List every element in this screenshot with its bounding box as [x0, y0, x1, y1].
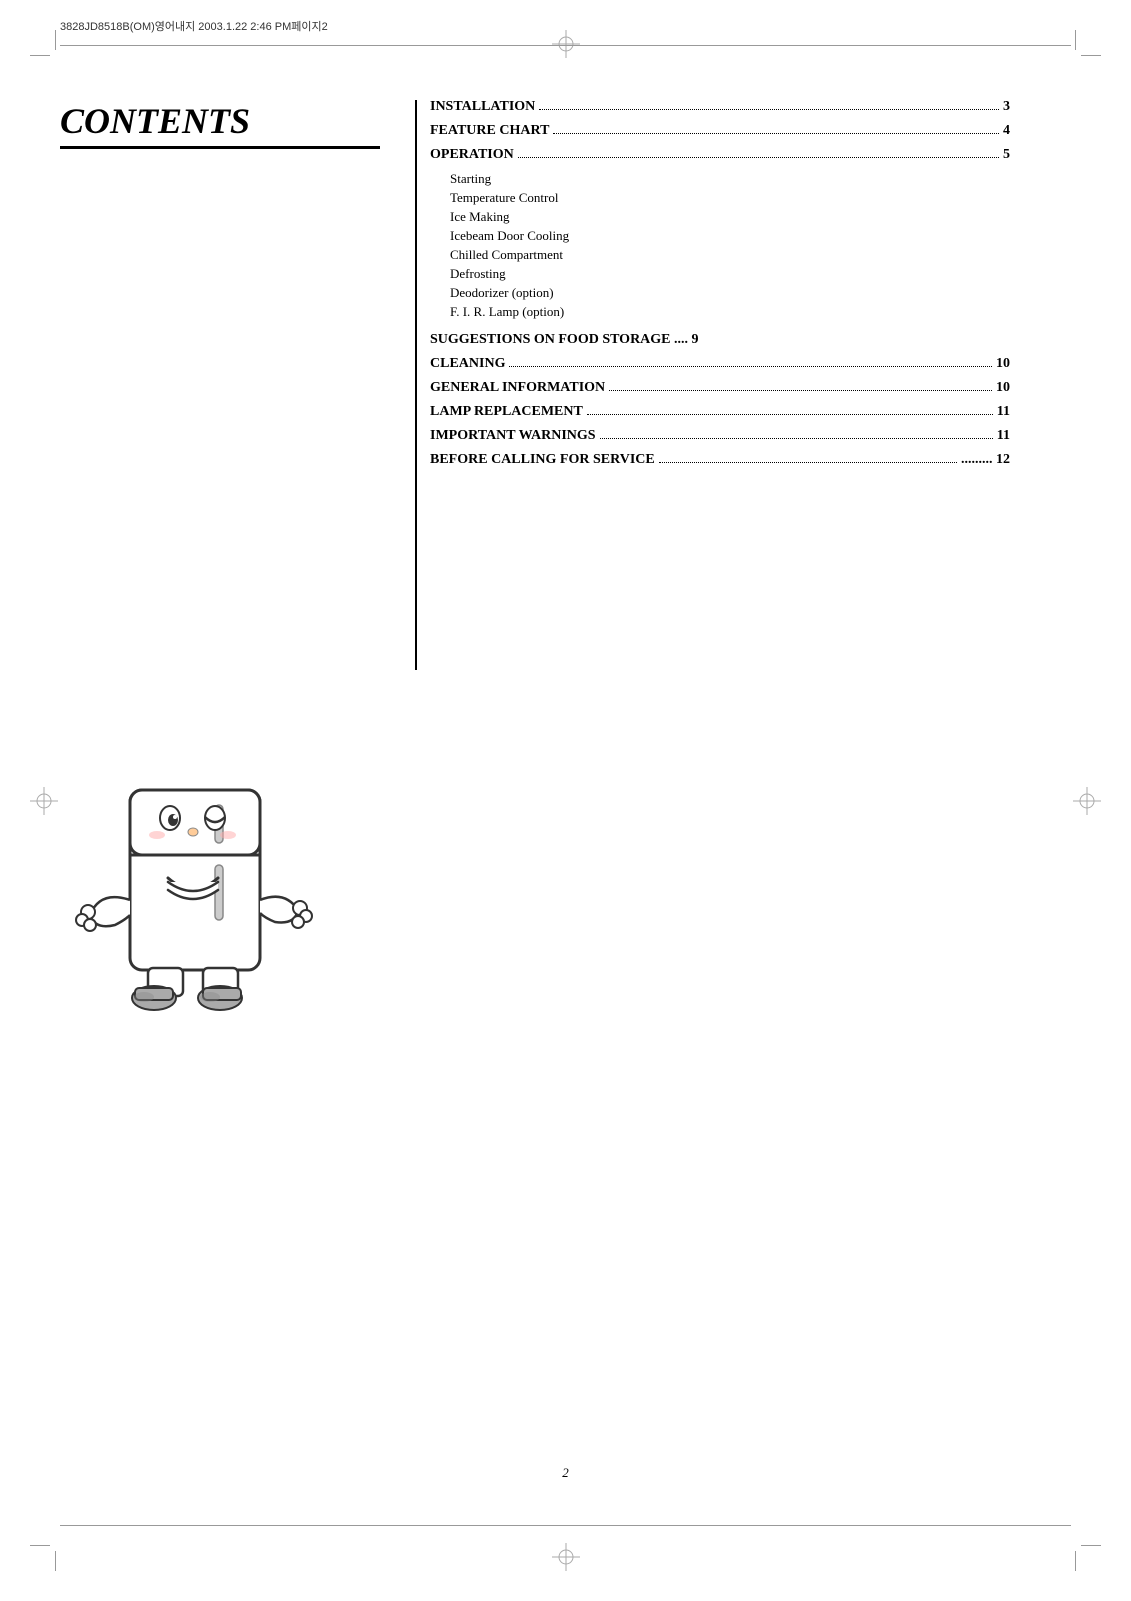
table-of-contents: INSTALLATION 3 FEATURE CHART 4 OPERATION… [430, 95, 1010, 476]
trim-mark [55, 1551, 56, 1571]
toc-label: LAMP REPLACEMENT [430, 404, 583, 420]
toc-entry-temp-control: Temperature Control [430, 190, 1010, 206]
registration-mark-bottom [552, 1543, 580, 1571]
toc-entry-feature-chart: FEATURE CHART 4 [430, 123, 1010, 139]
toc-label: Starting [450, 171, 491, 187]
toc-page: 5 [1003, 147, 1010, 163]
toc-entry-lamp-replacement: LAMP REPLACEMENT 11 [430, 404, 1010, 420]
toc-dots [600, 438, 993, 439]
toc-entry-before-calling: BEFORE CALLING FOR SERVICE ......... 12 [430, 452, 1010, 468]
header-rule [60, 45, 1071, 46]
toc-label: CLEANING [430, 356, 505, 372]
toc-entry-deodorizer: Deodorizer (option) [430, 285, 1010, 301]
toc-label: Ice Making [450, 209, 510, 225]
toc-label: F. I. R. Lamp (option) [450, 304, 564, 320]
page-title: CONTENTS [60, 100, 380, 149]
toc-page: 4 [1003, 123, 1010, 139]
toc-entry-operation: OPERATION 5 [430, 147, 1010, 163]
toc-entry-fir-lamp: F. I. R. Lamp (option) [430, 304, 1010, 320]
page-number: 2 [562, 1465, 569, 1481]
toc-entry-defrosting: Defrosting [430, 266, 1010, 282]
toc-entry-chilled: Chilled Compartment [430, 247, 1010, 263]
toc-page: 3 [1003, 99, 1010, 115]
toc-entry-starting: Starting [430, 171, 1010, 187]
toc-entry-general-info: GENERAL INFORMATION 10 [430, 380, 1010, 396]
toc-dots [587, 414, 993, 415]
toc-dots [509, 366, 992, 367]
trim-mark [55, 30, 56, 50]
trim-mark [30, 1545, 50, 1546]
toc-entry-suggestions: SUGGESTIONS ON FOOD STORAGE .... 9 [430, 332, 1010, 348]
toc-label: Temperature Control [450, 190, 558, 206]
toc-label: FEATURE CHART [430, 123, 549, 139]
column-divider [415, 100, 417, 670]
toc-dots [553, 133, 999, 134]
toc-page: 10 [996, 356, 1010, 372]
footer-rule [60, 1525, 1071, 1526]
toc-label: IMPORTANT WARNINGS [430, 428, 596, 444]
toc-label: Deodorizer (option) [450, 285, 554, 301]
toc-label: Chilled Compartment [450, 247, 563, 263]
toc-label: Icebeam Door Cooling [450, 228, 569, 244]
toc-entry-cleaning: CLEANING 10 [430, 356, 1010, 372]
trim-mark [1075, 1551, 1076, 1571]
registration-mark-top [552, 30, 580, 58]
toc-page: 11 [997, 428, 1010, 444]
toc-label: BEFORE CALLING FOR SERVICE [430, 452, 655, 468]
trim-mark [1075, 30, 1076, 50]
toc-entry-important-warnings: IMPORTANT WARNINGS 11 [430, 428, 1010, 444]
document-page: 3828JD8518B(OM)영어내지 2003.1.22 2:46 PM페이지… [0, 0, 1131, 1601]
toc-page: 11 [997, 404, 1010, 420]
toc-label: Defrosting [450, 266, 506, 282]
toc-label: GENERAL INFORMATION [430, 380, 605, 396]
trim-mark [30, 55, 50, 56]
trim-mark [1081, 1545, 1101, 1546]
toc-entry-ice-making: Ice Making [430, 209, 1010, 225]
toc-page: ......... 12 [961, 452, 1010, 468]
toc-dots [659, 462, 957, 463]
trim-mark [1081, 55, 1101, 56]
mascot-illustration [60, 760, 320, 1040]
toc-dots [518, 157, 999, 158]
toc-label: INSTALLATION [430, 99, 535, 115]
toc-entry-installation: INSTALLATION 3 [430, 99, 1010, 115]
registration-mark-right [1073, 787, 1101, 815]
toc-dots [539, 109, 999, 110]
toc-dots [609, 390, 992, 391]
toc-label: SUGGESTIONS ON FOOD STORAGE .... 9 [430, 332, 699, 348]
document-meta: 3828JD8518B(OM)영어내지 2003.1.22 2:46 PM페이지… [60, 18, 328, 34]
toc-entry-icebeam: Icebeam Door Cooling [430, 228, 1010, 244]
toc-page: 10 [996, 380, 1010, 396]
toc-label: OPERATION [430, 147, 514, 163]
registration-mark-left [30, 787, 58, 815]
